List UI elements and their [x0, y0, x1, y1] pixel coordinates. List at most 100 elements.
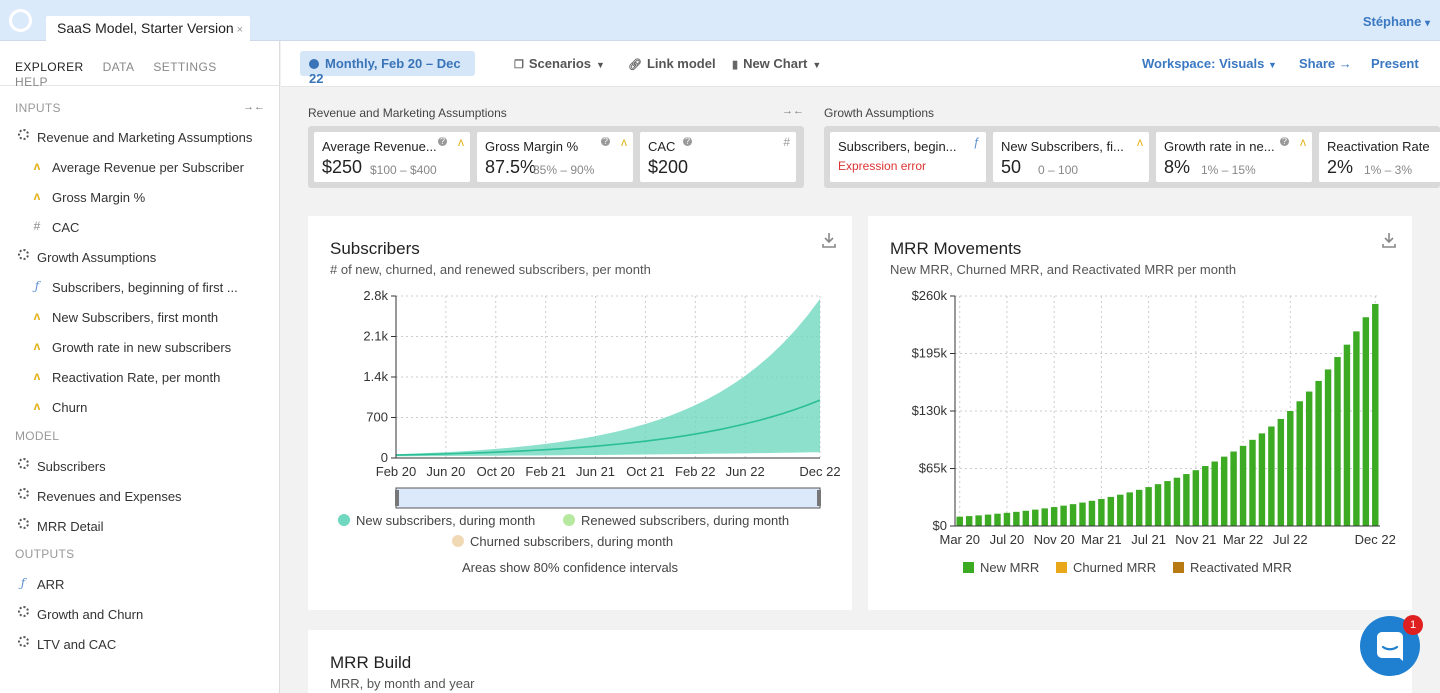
- sidebar-item[interactable]: ʌ Average Revenue per Subscriber: [0, 156, 279, 180]
- help-icon[interactable]: ?: [683, 137, 692, 146]
- bar-new-mrr: [1117, 494, 1124, 526]
- bar-new-mrr: [1287, 411, 1294, 526]
- x-tick-label: Mar 20: [939, 532, 979, 547]
- sidebar-item[interactable]: ʌ Reactivation Rate, per month: [0, 366, 279, 390]
- sidebar-item[interactable]: Growth Assumptions: [0, 246, 279, 270]
- user-name: Stéphane: [1362, 14, 1422, 29]
- bar-new-mrr: [1145, 487, 1152, 526]
- x-tick-label: Jul 22: [1273, 532, 1308, 547]
- notification-badge: 1: [1403, 615, 1423, 635]
- legend-item[interactable]: New subscribers, during month: [338, 513, 535, 528]
- x-tick-label: Dec 22: [799, 464, 840, 479]
- y-tick-label: $260k: [912, 288, 948, 303]
- input-card[interactable]: CAC? # $200: [640, 132, 796, 182]
- function-icon: ƒ: [973, 135, 980, 149]
- user-menu[interactable]: Stéphane ▾: [1363, 14, 1430, 29]
- legend-label: Reactivated MRR: [1190, 560, 1292, 575]
- sidebar-item[interactable]: ʌ Growth rate in new subscribers: [0, 336, 279, 360]
- legend-item[interactable]: Reactivated MRR: [1173, 560, 1292, 575]
- sidebar-item[interactable]: Growth and Churn: [0, 603, 279, 627]
- input-card[interactable]: Average Revenue...? ʌ $250 $100 – $400: [314, 132, 470, 182]
- input-card[interactable]: Subscribers, begin... ƒ Expression error: [830, 132, 986, 182]
- legend-item[interactable]: Churned subscribers, during month: [452, 534, 673, 549]
- sidebar-item[interactable]: ʌ Churn: [0, 396, 279, 420]
- clock-icon: [309, 59, 319, 69]
- bar-new-mrr: [1013, 511, 1020, 526]
- distribution-icon: ʌ: [33, 159, 41, 173]
- period-selector[interactable]: Monthly, Feb 20 – Dec 22: [300, 51, 475, 86]
- legend-swatch: [338, 514, 350, 526]
- legend-swatch: [963, 562, 974, 573]
- sidebar-item-label: Subscribers: [37, 459, 106, 474]
- workspace-menu[interactable]: Workspace: Visuals ▼: [1142, 56, 1277, 71]
- sidebar-item[interactable]: ʌ New Subscribers, first month: [0, 306, 279, 330]
- confidence-band: [396, 298, 820, 457]
- input-card-range: $100 – $400: [370, 163, 437, 177]
- app-logo[interactable]: [9, 9, 32, 32]
- input-card-range: 1% – 15%: [1201, 163, 1256, 177]
- legend-item[interactable]: Churned MRR: [1056, 560, 1156, 575]
- help-icon[interactable]: ?: [438, 137, 447, 146]
- input-card[interactable]: New Subscribers, fi... ʌ 50 0 – 100: [993, 132, 1149, 182]
- model-section-label: MODEL: [15, 429, 60, 443]
- new-chart-label: New Chart: [743, 56, 808, 71]
- period-label: Monthly, Feb 20 – Dec 22: [309, 56, 461, 86]
- help-icon[interactable]: ?: [601, 137, 610, 146]
- sidebar-item[interactable]: Subscribers: [0, 455, 279, 479]
- bar-new-mrr: [1268, 426, 1275, 526]
- document-tab[interactable]: SaaS Model, Starter Version ×: [46, 16, 250, 41]
- sidebar-item[interactable]: # CAC: [0, 216, 279, 240]
- download-icon[interactable]: [1382, 232, 1396, 248]
- download-icon[interactable]: [822, 232, 836, 248]
- x-tick-label: Dec 22: [1355, 532, 1396, 547]
- input-card[interactable]: Reactivation Rateʌ2%1% – 3%: [1319, 132, 1440, 182]
- legend-item[interactable]: Renewed subscribers, during month: [563, 513, 789, 528]
- x-tick-label: Nov 21: [1175, 532, 1216, 547]
- bar-new-mrr: [1050, 507, 1058, 526]
- chart-subtitle: New MRR, Churned MRR, and Reactivated MR…: [890, 262, 1237, 277]
- tab-help[interactable]: HELP: [15, 75, 48, 89]
- sidebar-item[interactable]: ƒ ARR: [0, 573, 279, 597]
- distribution-icon: ʌ: [33, 369, 41, 383]
- link-model-button[interactable]: 🔗︎ Link model: [628, 56, 716, 71]
- y-tick-label: $65k: [919, 461, 948, 476]
- function-icon: ƒ: [20, 576, 26, 590]
- collapse-icon[interactable]: →←: [243, 101, 265, 113]
- y-tick-label: $0: [933, 518, 947, 533]
- tab-data[interactable]: DATA: [103, 60, 135, 74]
- present-button[interactable]: Present: [1371, 56, 1419, 71]
- scenarios-button[interactable]: ❐ Scenarios ▼: [514, 56, 605, 71]
- outputs-section-label: OUTPUTS: [15, 547, 75, 561]
- help-icon[interactable]: ?: [1280, 137, 1289, 146]
- group-icon: [16, 488, 30, 502]
- tab-settings[interactable]: SETTINGS: [153, 60, 216, 74]
- sidebar-item[interactable]: ʌ Gross Margin %: [0, 186, 279, 210]
- legend-item[interactable]: New MRR: [963, 560, 1039, 575]
- sidebar-item[interactable]: Revenue and Marketing Assumptions: [0, 126, 279, 150]
- sidebar-item[interactable]: LTV and CAC: [0, 633, 279, 657]
- number-icon: #: [783, 135, 790, 149]
- sidebar-item[interactable]: Revenues and Expenses: [0, 485, 279, 509]
- x-tick-label: Jun 22: [726, 464, 765, 479]
- collapse-icon[interactable]: →←: [782, 105, 804, 117]
- error-message: Expression error: [838, 159, 927, 173]
- tab-explorer[interactable]: EXPLORER: [15, 60, 84, 74]
- sidebar-item[interactable]: MRR Detail: [0, 515, 279, 539]
- bar-new-mrr: [1258, 433, 1266, 526]
- input-card-value: 87.5%: [485, 157, 537, 177]
- input-card[interactable]: Growth rate in ne...? ʌ 8% 1% – 15%: [1156, 132, 1312, 182]
- workspace-label: Workspace: Visuals: [1142, 56, 1265, 71]
- inputs-strip: Revenue and Marketing Assumptions →← Ave…: [281, 87, 1440, 202]
- new-chart-button[interactable]: ▮ New Chart ▼: [732, 56, 821, 71]
- bar-new-mrr: [1098, 498, 1105, 526]
- sidebar-item[interactable]: ƒ Subscribers, beginning of first ...: [0, 276, 279, 300]
- close-tab-icon[interactable]: ×: [237, 24, 243, 36]
- distribution-icon: ʌ: [458, 135, 464, 149]
- chevron-down-icon: ▼: [596, 60, 605, 70]
- bar-new-mrr: [956, 516, 963, 526]
- dashed-circle: [17, 488, 29, 499]
- bar-new-mrr: [1032, 509, 1039, 526]
- input-card[interactable]: Gross Margin %? ʌ 87.5% 85% – 90%: [477, 132, 633, 182]
- y-tick-label: 2.1k: [363, 329, 388, 344]
- share-button[interactable]: Share →: [1299, 56, 1352, 71]
